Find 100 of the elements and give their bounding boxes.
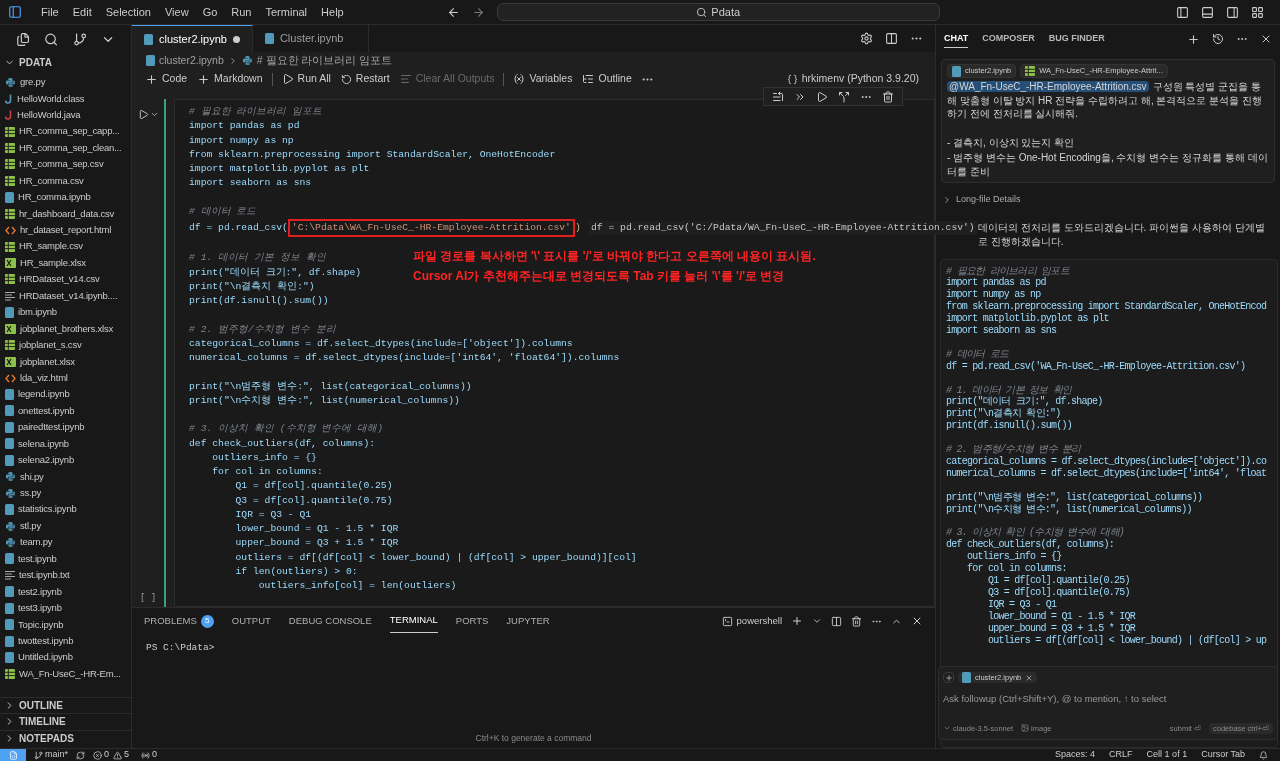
toolbar-button[interactable]: Outline bbox=[577, 71, 637, 87]
explorer-icon[interactable] bbox=[16, 31, 31, 47]
panel-tab[interactable]: TERMINAL bbox=[389, 609, 438, 633]
plus-button[interactable] bbox=[943, 672, 954, 683]
chevron-down-icon[interactable] bbox=[812, 616, 822, 626]
menu-item[interactable]: Terminal bbox=[258, 3, 315, 21]
breadcrumb-item[interactable]: # 필요한 라이브러리 임포트 bbox=[256, 52, 393, 69]
sidebar-toggle-icon[interactable] bbox=[1176, 5, 1189, 19]
sidebar-toggle-icon[interactable] bbox=[1226, 5, 1239, 19]
close-icon[interactable] bbox=[1025, 673, 1034, 682]
section-header[interactable]: NOTEPADS bbox=[0, 729, 131, 746]
explorer-entry[interactable]: HR_comma.csv bbox=[0, 172, 131, 190]
panel-tab[interactable]: DEBUG CONSOLE bbox=[288, 609, 372, 633]
back-icon[interactable] bbox=[446, 5, 460, 19]
section-header[interactable]: OUTLINE bbox=[0, 696, 131, 713]
explorer-entry[interactable]: test3.ipynb bbox=[0, 600, 131, 617]
menu-item[interactable]: View bbox=[157, 3, 196, 21]
explorer-entry[interactable]: legend.ipynb bbox=[0, 386, 131, 403]
explorer-entry[interactable]: shi.py bbox=[0, 468, 131, 485]
close-icon[interactable] bbox=[911, 615, 923, 627]
notification-icon[interactable] bbox=[1259, 750, 1268, 760]
menu-item[interactable]: Go bbox=[195, 3, 225, 21]
status-item[interactable]: CRLF bbox=[1109, 748, 1133, 761]
panel-tab[interactable]: PROBLEMS 5 bbox=[144, 609, 214, 633]
forward-icon[interactable] bbox=[471, 5, 485, 19]
explorer-entry[interactable]: HR_comma_sep_capp... bbox=[0, 123, 131, 140]
explorer-entry[interactable]: HR_sample.csv bbox=[0, 238, 131, 255]
explorer-entry[interactable]: test.ipynb.txt bbox=[0, 567, 131, 584]
folder-title[interactable]: PDATA bbox=[19, 54, 52, 70]
chat-tab[interactable]: COMPOSER bbox=[982, 30, 1035, 48]
terminal-select[interactable]: powershell bbox=[721, 613, 782, 629]
delete-icon[interactable] bbox=[851, 615, 862, 627]
plus-icon[interactable] bbox=[791, 615, 803, 627]
menu-item[interactable]: Run bbox=[224, 3, 259, 21]
explorer-entry[interactable]: team.py bbox=[0, 534, 131, 551]
explorer-entry[interactable]: HR_comma.ipynb bbox=[0, 189, 131, 206]
explorer-entry[interactable]: pairedttest.ipynb bbox=[0, 419, 131, 436]
explorer-entry[interactable]: selena2.ipynb bbox=[0, 452, 131, 469]
explorer-entry[interactable]: statistics.ipynb bbox=[0, 501, 131, 518]
toolbar-button[interactable]: Variables bbox=[508, 71, 578, 87]
breadcrumb-item[interactable]: cluster2.ipynb bbox=[159, 52, 224, 69]
status-item[interactable]: Cell 1 of 1 bbox=[1146, 748, 1188, 761]
status-item[interactable]: Cursor Tab bbox=[1201, 748, 1245, 761]
source-control-icon[interactable] bbox=[72, 31, 87, 47]
editor-tab[interactable]: Cluster.ipynb bbox=[252, 25, 370, 52]
explorer-entry[interactable]: test2.ipynb bbox=[0, 583, 131, 600]
explorer-entry[interactable]: ibm.ipynb bbox=[0, 304, 131, 321]
explorer-entry[interactable]: test.ipynb bbox=[0, 550, 131, 568]
details-toggle[interactable]: Long-file Details bbox=[936, 193, 1280, 207]
chevron-down-icon[interactable] bbox=[149, 110, 159, 119]
run-cell-icon[interactable] bbox=[137, 109, 149, 120]
errors-item[interactable]: 0 bbox=[93, 748, 110, 761]
ports-item[interactable]: 0 bbox=[141, 748, 158, 761]
plus-icon[interactable] bbox=[1187, 32, 1200, 46]
delete-icon[interactable] bbox=[882, 90, 894, 103]
history-icon[interactable] bbox=[1212, 33, 1224, 45]
warnings-item[interactable]: 5 bbox=[113, 748, 130, 761]
editor-tab[interactable]: cluster2.ipynb bbox=[132, 25, 253, 52]
close-icon[interactable] bbox=[1260, 33, 1272, 45]
app-logo-icon[interactable] bbox=[8, 5, 22, 19]
explorer-entry[interactable]: WA_Fn-UseC_-HR-Em... bbox=[0, 665, 131, 683]
branch-item[interactable]: main* bbox=[34, 748, 68, 761]
run-by-line-icon[interactable] bbox=[772, 90, 784, 103]
split-cell-icon[interactable] bbox=[838, 90, 850, 103]
mention-chip[interactable]: @WA_Fn-UseC_-HR-Employee-Attrition.csv bbox=[947, 81, 1149, 92]
explorer-entry[interactable]: HR_sample.xlsx bbox=[0, 254, 131, 272]
explorer-entry[interactable]: twottest.ipynb bbox=[0, 632, 131, 650]
explorer-entry[interactable]: Untitled.ipynb bbox=[0, 649, 131, 666]
explorer-entry[interactable]: jobplanet_brothers.xlsx bbox=[0, 320, 131, 337]
toolbar-button[interactable]: Markdown bbox=[192, 71, 268, 87]
explorer-entry[interactable]: jobplanet_s.csv bbox=[0, 337, 131, 354]
toolbar-button[interactable]: Code bbox=[140, 71, 193, 87]
explorer-entry[interactable]: gre.py bbox=[0, 74, 131, 91]
explorer-entry[interactable]: selena.ipynb bbox=[0, 435, 131, 453]
toolbar-button[interactable]: Restart bbox=[335, 71, 395, 87]
settings-icon[interactable] bbox=[860, 32, 873, 45]
panel-tab[interactable]: JUPYTER bbox=[506, 609, 550, 633]
explorer-entry[interactable]: hr_dataset_report.html bbox=[0, 221, 131, 239]
sync-icon[interactable] bbox=[76, 750, 85, 760]
toolbar-button[interactable]: Run All bbox=[276, 71, 336, 87]
chat-tab[interactable]: CHAT bbox=[944, 29, 969, 49]
layout-icon[interactable] bbox=[1251, 5, 1264, 19]
explorer-entry[interactable]: onettest.ipynb bbox=[0, 402, 131, 420]
search-field[interactable]: Pdata bbox=[496, 3, 940, 21]
explorer-entry[interactable]: ss.py bbox=[0, 484, 131, 502]
menu-item[interactable]: File bbox=[34, 3, 66, 21]
kernel-button[interactable]: hrkimenv (Python 3.9.20) bbox=[786, 71, 919, 87]
chat-tab[interactable]: BUG FINDER bbox=[1048, 30, 1105, 48]
explorer-entry[interactable]: hr_dashboard_data.csv bbox=[0, 205, 131, 222]
explorer-entry[interactable]: HelloWorld.class bbox=[0, 90, 131, 107]
menu-item[interactable]: Help bbox=[314, 3, 351, 21]
status-item[interactable]: Spaces: 4 bbox=[1055, 748, 1096, 761]
explorer-entry[interactable]: HelloWorld.java bbox=[0, 106, 131, 124]
panel-tab[interactable]: OUTPUT bbox=[231, 609, 271, 633]
explorer-entry[interactable]: HR_comma_sep.csv bbox=[0, 156, 131, 173]
search-icon[interactable] bbox=[44, 31, 59, 47]
panel-tab[interactable]: PORTS bbox=[455, 609, 489, 633]
menu-item[interactable]: Selection bbox=[98, 3, 158, 21]
menu-item[interactable]: Edit bbox=[65, 3, 99, 21]
panel-toggle-icon[interactable] bbox=[1201, 5, 1214, 19]
